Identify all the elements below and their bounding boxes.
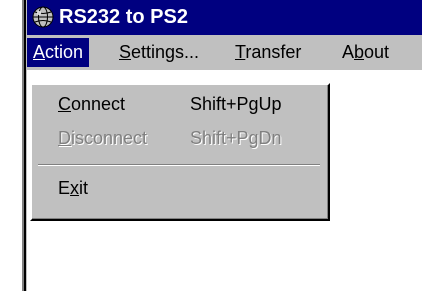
menu-mnemonic: A [33, 42, 46, 62]
menuitem-label: onnect [71, 94, 126, 114]
menu-transfer[interactable]: Transfer [229, 38, 307, 67]
menuitem-disconnect-shortcut: Shift+PgDn [190, 128, 282, 148]
menu-label: ransfer [245, 42, 302, 62]
menuitem-label: E [58, 178, 71, 198]
window-left-border [0, 0, 27, 291]
menu-mnemonic: S [119, 42, 132, 62]
menu-action[interactable]: Action [27, 38, 90, 67]
menu-label: ettings... [131, 42, 200, 62]
menu-about[interactable]: About [336, 38, 395, 67]
menuitem-label: isconnect [71, 128, 148, 148]
menuitem-connect[interactable]: Connect [58, 89, 125, 119]
menuitem-disconnect[interactable]: Disconnect [58, 123, 147, 153]
menu-label: ction [45, 42, 84, 62]
menu-mnemonic: b [354, 42, 365, 62]
menu-separator [38, 164, 320, 166]
menuitem-label: it [79, 178, 89, 198]
menuitem-mnemonic: C [58, 94, 71, 114]
menu-mnemonic: T [235, 42, 246, 62]
action-dropdown-menu: Connect Shift+PgUp Disconnect Shift+PgDn… [30, 83, 330, 221]
menuitem-exit[interactable]: Exit [58, 173, 88, 203]
globe-icon[interactable] [32, 6, 54, 28]
title-bar[interactable]: RS232 to PS2 [27, 0, 422, 35]
window-title: RS232 to PS2 [59, 6, 188, 28]
menuitem-connect-shortcut: Shift+PgUp [190, 94, 282, 114]
app-window: RS232 to PS2 Action Settings... Transfer… [0, 0, 422, 291]
menu-bar: Action Settings... Transfer About [27, 35, 422, 70]
menu-label: out [364, 42, 390, 62]
menuitem-mnemonic: D [58, 128, 71, 148]
dropdown-panel: Connect Shift+PgUp Disconnect Shift+PgDn… [32, 85, 328, 219]
menu-settings[interactable]: Settings... [113, 38, 205, 67]
menu-label: A [342, 42, 355, 62]
menuitem-mnemonic: x [70, 178, 80, 198]
